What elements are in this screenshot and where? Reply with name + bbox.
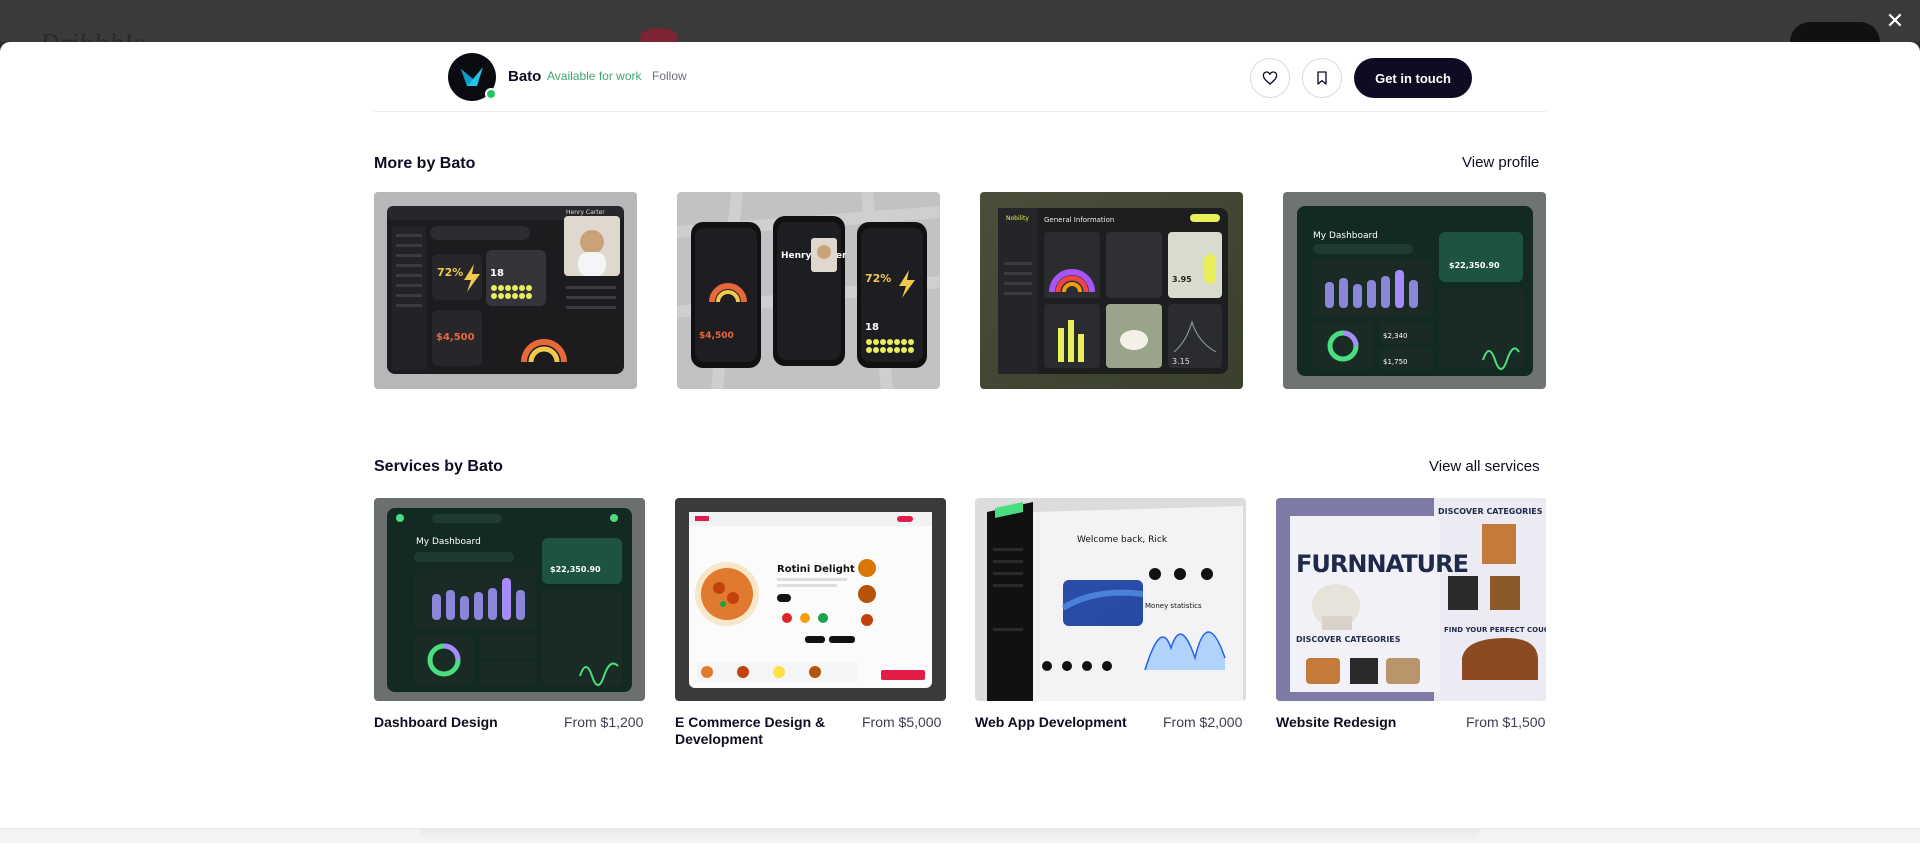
shot-value-a: 3.95 xyxy=(1172,275,1192,284)
more-by-title: More by Bato xyxy=(374,155,476,172)
shot-value-b: 3.15 xyxy=(1172,357,1190,366)
service-thumb-heading: Rotini Delight xyxy=(777,564,855,575)
service-price: From $1,200 xyxy=(564,714,644,730)
like-button[interactable] xyxy=(1250,58,1290,98)
shot-stat-text: 72% xyxy=(437,266,463,279)
follow-button[interactable]: Follow xyxy=(652,69,687,83)
save-button[interactable] xyxy=(1302,58,1342,98)
availability-status: Available for work xyxy=(547,69,642,83)
shot-count-text: 18 xyxy=(490,268,504,279)
shot-heading-text: General Information xyxy=(1044,216,1114,224)
close-icon[interactable]: ✕ xyxy=(1882,8,1908,34)
backdrop-header: Dribbble xyxy=(0,0,1920,62)
service-card-ecommerce[interactable]: Rotini Delight xyxy=(675,498,946,701)
shot-expense: $1,750 xyxy=(1383,358,1408,366)
service-thumb-sub-2: DISCOVER CATEGORIES xyxy=(1438,507,1543,516)
view-profile-link[interactable]: View profile xyxy=(1462,154,1539,171)
shot-name-text: Henry Carter xyxy=(566,209,605,216)
services-title: Services by Bato xyxy=(374,458,503,475)
shot-income: $2,340 xyxy=(1383,332,1408,340)
service-thumb-stat: Money statistics xyxy=(1145,602,1202,610)
service-title[interactable]: Web App Development xyxy=(975,714,1145,731)
view-all-services-link[interactable]: View all services xyxy=(1429,458,1540,475)
service-thumb-sub: DISCOVER CATEGORIES xyxy=(1296,635,1401,644)
footer-shadow xyxy=(420,829,1480,843)
service-thumb-sub-3: FIND YOUR PERFECT COUCH xyxy=(1444,626,1546,634)
more-shot-3[interactable]: Nobility General Information 3.95 3.15 xyxy=(980,192,1243,389)
shot-name-text: Nobility xyxy=(1006,215,1029,222)
avatar[interactable] xyxy=(448,53,497,101)
shot-card-amount: $22,350.90 xyxy=(1449,261,1500,270)
modal-footer-edge xyxy=(0,828,1920,843)
shot-modal: Bato Available for work Follow Get in to… xyxy=(0,42,1920,828)
get-in-touch-button[interactable]: Get in touch xyxy=(1354,58,1472,98)
service-title[interactable]: E Commerce Design & Development xyxy=(675,714,845,748)
more-shot-4[interactable]: My Dashboard $22,350.90 $2,340 $1,750 xyxy=(1283,192,1546,389)
service-thumb-heading: My Dashboard xyxy=(416,537,481,547)
shot-name-text: My Dashboard xyxy=(1313,231,1378,241)
service-price: From $1,500 xyxy=(1466,714,1546,730)
shot-stat-text: 72% xyxy=(865,272,891,285)
shot-count-text: 18 xyxy=(865,322,879,333)
bato-logo-icon xyxy=(461,67,483,86)
service-thumb-heading: FURNNATURE xyxy=(1296,550,1468,578)
service-title[interactable]: Website Redesign xyxy=(1276,714,1446,731)
heart-icon xyxy=(1262,71,1278,85)
service-card-web-app[interactable]: Welcome back, Rick Money statistics xyxy=(975,498,1246,701)
more-shot-2[interactable]: $4,500 Henry Carter 72% 18 xyxy=(677,192,940,389)
service-thumb-amount: $22,350.90 xyxy=(550,565,601,574)
author-header: Bato Available for work Follow Get in to… xyxy=(374,42,1546,112)
shot-amount-text: $4,500 xyxy=(436,332,475,343)
bookmark-icon xyxy=(1317,71,1327,85)
more-shot-1[interactable]: 72% 18 $4,500 Henry Carter xyxy=(374,192,637,389)
service-thumb-heading: Welcome back, Rick xyxy=(1077,535,1168,545)
author-name[interactable]: Bato xyxy=(508,68,541,85)
service-price: From $2,000 xyxy=(1163,714,1243,730)
service-card-website-redesign[interactable]: FURNNATURE DISCOVER CATEGORIES DISCOVER … xyxy=(1276,498,1546,701)
service-card-dashboard-design[interactable]: My Dashboard $22,350.90 xyxy=(374,498,645,701)
online-indicator xyxy=(485,88,497,100)
service-title[interactable]: Dashboard Design xyxy=(374,714,524,731)
shot-amount-text: $4,500 xyxy=(699,331,734,341)
service-price: From $5,000 xyxy=(862,714,942,730)
